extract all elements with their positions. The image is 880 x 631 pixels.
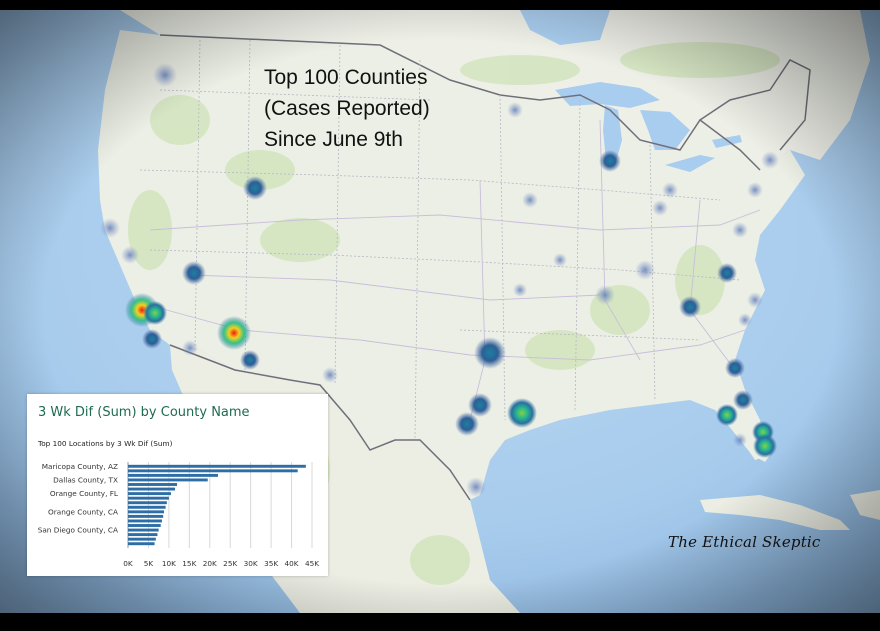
map-title-line-3: Since June 9th (264, 128, 403, 151)
map-title-line-1: Top 100 Counties (264, 66, 428, 89)
bar[interactable] (128, 510, 164, 514)
screenshot-stage: Top 100 Counties (Cases Reported) Since … (0, 0, 880, 627)
x-tick-label: 20K (203, 559, 217, 568)
x-tick-label: 15K (182, 559, 196, 568)
x-tick-label: 5K (144, 559, 154, 568)
x-tick-label: 0K (123, 559, 133, 568)
bar[interactable] (128, 473, 218, 477)
bar[interactable] (128, 528, 159, 532)
category-label: Orange County, CA (48, 507, 118, 516)
chart-panel[interactable]: 3 Wk Dif (Sum) by County Name Top 100 Lo… (27, 394, 328, 576)
bar[interactable] (128, 483, 178, 486)
category-label: Dallas County, TX (53, 475, 118, 484)
bar[interactable] (128, 514, 164, 518)
x-tick-label: 40K (285, 559, 299, 568)
bar[interactable] (128, 478, 208, 482)
x-tick-label: 25K (223, 559, 237, 568)
bar[interactable] (128, 524, 161, 527)
watermark: The Ethical Skeptic (668, 533, 821, 551)
x-tick-label: 35K (264, 559, 278, 568)
category-label: Maricopa County, AZ (42, 462, 118, 471)
bar[interactable] (128, 537, 156, 541)
x-tick-label: 30K (244, 559, 258, 568)
x-tick-label: 45K (305, 559, 319, 568)
category-label: San Diego County, CA (38, 526, 118, 535)
bar[interactable] (128, 501, 167, 505)
bar[interactable] (128, 533, 158, 537)
top-bar (0, 0, 880, 10)
bottom-bar (0, 613, 880, 627)
bar[interactable] (128, 469, 298, 473)
bar[interactable] (128, 519, 162, 523)
map-title-line-2: (Cases Reported) (264, 97, 430, 120)
bar-chart[interactable]: 0K 5K 10K 15K 20K 25K 30K 35K 40K 45K Maricopa Cou… (27, 394, 328, 576)
x-tick-label: 10K (162, 559, 176, 568)
bar[interactable] (128, 496, 169, 500)
category-label: Orange County, FL (50, 489, 119, 498)
bar[interactable] (128, 487, 176, 491)
bar[interactable] (128, 505, 166, 509)
bar[interactable] (128, 492, 171, 496)
map-title: Top 100 Counties (Cases Reported) Since … (264, 62, 524, 155)
bar[interactable] (128, 542, 155, 546)
bar[interactable] (128, 464, 306, 468)
